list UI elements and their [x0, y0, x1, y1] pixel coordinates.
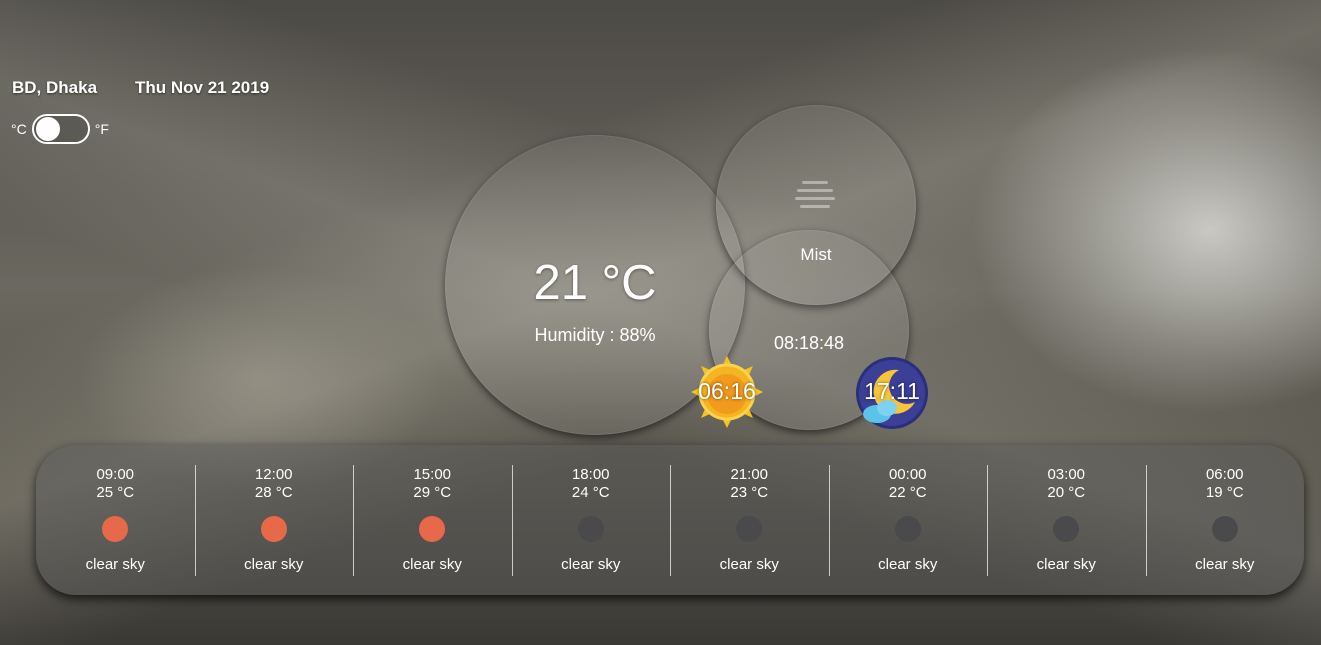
current-temperature: 21 °C — [533, 256, 657, 310]
sun-dot-icon — [260, 516, 287, 542]
forecast-item: 03:00 20 °C clear sky — [987, 445, 1146, 595]
forecast-panel: 09:00 25 °C clear sky 12:00 28 °C clear … — [36, 445, 1304, 595]
forecast-item: 06:00 19 °C clear sky — [1145, 445, 1305, 595]
sun-dot-icon — [419, 516, 446, 542]
sun-dot-icon — [102, 516, 129, 542]
forecast-time: 03:00 — [1047, 466, 1086, 483]
forecast-desc: clear sky — [719, 556, 779, 573]
forecast-item: 09:00 25 °C clear sky — [36, 445, 195, 595]
moon-dot-icon — [894, 516, 921, 542]
forecast-desc: clear sky — [402, 556, 462, 573]
forecast-desc: clear sky — [85, 556, 145, 573]
forecast-time: 06:00 — [1205, 466, 1244, 483]
celsius-label: °C — [11, 121, 27, 137]
moon-dot-icon — [1211, 516, 1238, 542]
forecast-item: 15:00 29 °C clear sky — [353, 445, 512, 595]
forecast-desc: clear sky — [1036, 556, 1096, 573]
forecast-time: 21:00 — [730, 466, 769, 483]
forecast-temp: 29 °C — [413, 484, 452, 501]
forecast-time: 00:00 — [888, 466, 927, 483]
moon-dot-icon — [1053, 516, 1080, 542]
forecast-time: 18:00 — [571, 466, 610, 483]
forecast-item: 18:00 24 °C clear sky — [511, 445, 671, 595]
forecast-temp: 23 °C — [730, 484, 769, 501]
forecast-temp: 19 °C — [1205, 484, 1244, 501]
forecast-temp: 25 °C — [96, 484, 135, 501]
forecast-desc: clear sky — [1195, 556, 1255, 573]
unit-switch-row: °C °F — [11, 113, 109, 145]
forecast-temp: 24 °C — [571, 484, 610, 501]
fahrenheit-label: °F — [94, 121, 109, 137]
forecast-temp: 28 °C — [254, 484, 293, 501]
sunrise-badge: 06:16 — [691, 356, 763, 428]
forecast-item: 12:00 28 °C clear sky — [194, 445, 354, 595]
forecast-temp: 22 °C — [888, 484, 927, 501]
forecast-time: 12:00 — [254, 466, 293, 483]
weather-description: Mist — [800, 245, 832, 264]
forecast-item: 00:00 22 °C clear sky — [828, 445, 988, 595]
humidity-label: Humidity : 88% — [534, 325, 656, 345]
forecast-desc: clear sky — [244, 556, 304, 573]
date-label: Thu Nov 21 2019 — [135, 78, 270, 97]
mist-icon — [790, 176, 840, 212]
forecast-temp: 20 °C — [1047, 484, 1086, 501]
sunrise-time: 06:16 — [698, 378, 756, 404]
forecast-time: 09:00 — [96, 466, 135, 483]
location-label: BD, Dhaka — [12, 78, 98, 97]
forecast-item: 21:00 23 °C clear sky — [670, 445, 829, 595]
toggle-knob — [35, 117, 60, 141]
moon-dot-icon — [736, 516, 763, 542]
forecast-time: 15:00 — [413, 466, 452, 483]
sunset-badge: 17:11 — [855, 356, 929, 430]
moon-dot-icon — [577, 516, 604, 542]
sunset-time: 17:11 — [864, 378, 920, 404]
forecast-desc: clear sky — [561, 556, 621, 573]
unit-toggle[interactable] — [31, 114, 90, 144]
forecast-desc: clear sky — [878, 556, 938, 573]
current-time: 08:18:48 — [773, 333, 845, 353]
